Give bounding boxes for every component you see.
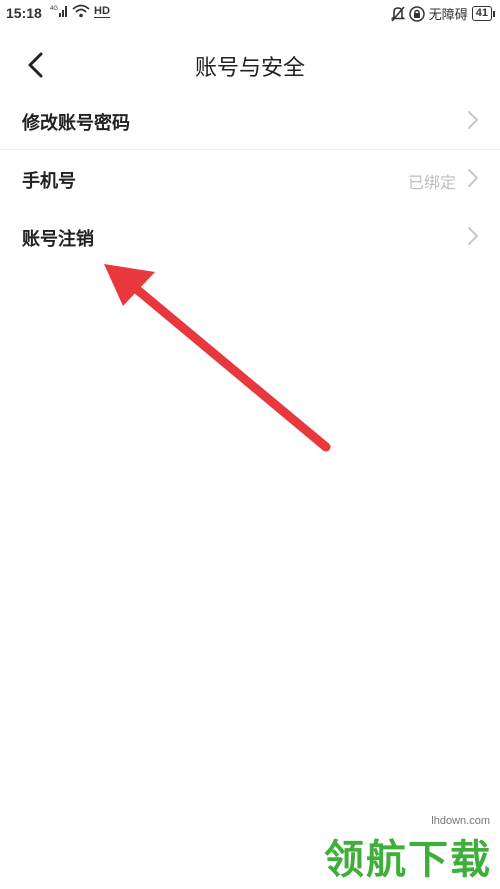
rotation-lock-icon [408,5,425,22]
settings-list: 修改账号密码 手机号 已绑定 账号注销 [0,92,500,266]
battery-icon: 41 [471,6,496,21]
item-label: 修改账号密码 [22,113,130,134]
item-label: 手机号 [22,171,76,192]
watermark: lhdown.com 领航下载 [296,815,496,885]
account-deletion-item[interactable]: 账号注销 [0,208,500,266]
hd-icon: HD [94,4,110,18]
signal-icon: 4G [50,4,68,18]
page-title: 账号与安全 [194,56,305,81]
svg-text:4G: 4G [50,6,58,12]
status-bar: 15:18 4G HD 无障碍 41 [0,0,500,28]
watermark-url: lhdown.com [431,815,490,827]
item-label: 账号注销 [22,229,94,250]
bell-off-icon [390,5,405,22]
status-left-icons: 4G HD [50,4,110,18]
accessibility-label: 无障碍 [428,8,468,23]
phone-number-item[interactable]: 手机号 已绑定 [0,150,500,208]
chevron-right-icon [468,227,478,245]
chevron-right-icon [468,169,478,187]
chevron-right-icon [468,111,478,129]
status-right: 无障碍 41 [390,4,496,23]
bound-status-value: 已绑定 [407,173,456,192]
watermark-brand-logo: 领航下载 [324,837,492,883]
change-password-item[interactable]: 修改账号密码 [0,92,500,150]
header: 账号与安全 [0,36,500,92]
status-time: 15:18 [6,5,42,21]
wifi-icon [72,4,90,18]
